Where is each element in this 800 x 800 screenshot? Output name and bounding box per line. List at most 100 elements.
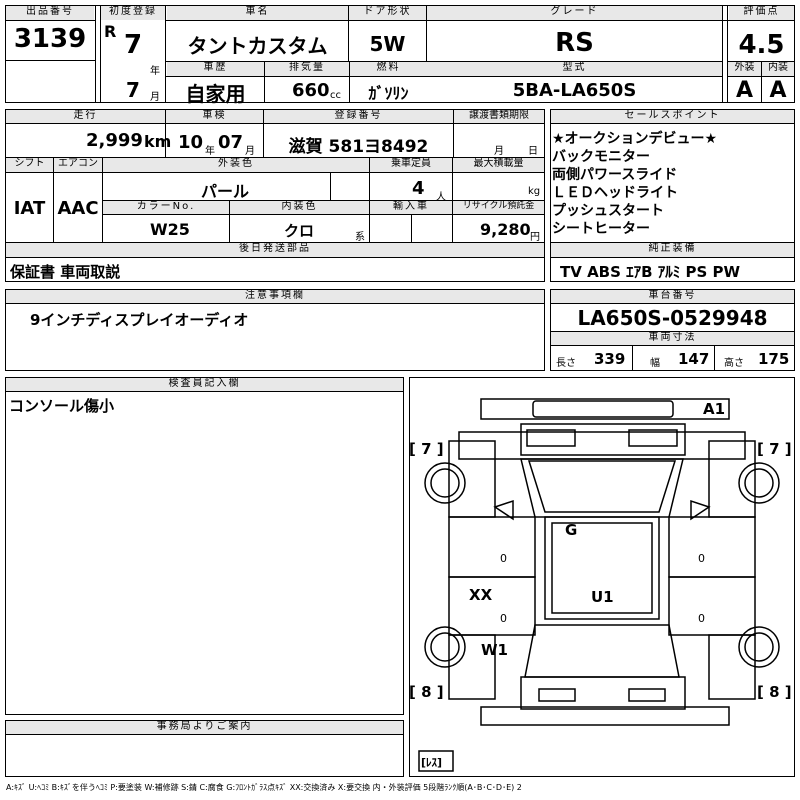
height-label: 高さ [724,358,744,369]
sales-point-item: ＬＥＤヘッドライト [552,185,678,201]
inspection-label: 車検 [166,110,263,123]
fuel-label: 燃料 [350,62,427,76]
import-label: 輸入車 [370,201,452,214]
notes: 9インチディスプレイオーディオ [30,311,249,329]
tire-zero: 0 [698,552,705,565]
length: 339 [594,350,626,368]
legend: A:ｷｽﾞ U:ﾍｺﾐ B:ｷｽﾞを伴うﾍｺﾐ P:要塗装 W:補修跡 S:錆 … [6,783,522,792]
equipment-label: 純正装備 [551,243,794,257]
sales-point-item: ★オークションデビュー★ [552,131,718,147]
office-label: 事務局よりご案内 [6,721,403,734]
lot-label: 出品番号 [6,6,94,20]
dims-label: 車両寸法 [551,332,794,345]
tire-fr: [ 7 ] [757,440,792,458]
door-label: ドア形状 [349,6,426,20]
inspector-note: コンソール傷小 [9,397,115,415]
model: 5BA-LA650S [512,80,637,101]
shift: IAT [13,198,46,219]
shift-label: シフト [6,158,53,172]
color-no: W25 [150,220,190,239]
delivery-label: 後日発送部品 [6,243,544,257]
tire-rl: [ 8 ] [409,683,444,701]
car-name: タントカスタム [187,34,328,58]
recycle: 9,280 [480,220,531,239]
insp-year: 10 [178,132,204,153]
ext-color-label: 外装色 [103,158,369,172]
displacement-label: 排気量 [265,62,349,76]
tire-zero: 0 [698,612,705,625]
insp-month: 07 [218,132,244,153]
ac-label: エアコン [54,158,102,172]
ext-grade: A [735,78,754,103]
capacity: 4 [412,178,425,199]
mileage-unit: km [144,132,172,151]
color-no-label: カラーNo. [103,201,229,214]
inspector-label: 検査員記入欄 [6,378,403,391]
fuel: ｶﾞｿﾘﾝ [368,84,409,103]
grade-label: グレード [427,6,722,20]
month-unit: 月 [150,92,160,103]
mileage-label: 走行 [6,110,165,123]
score: 4.5 [738,30,785,60]
car-name-label: 車名 [167,6,348,20]
displacement-unit: cc [330,90,341,101]
reg-label: 登録番号 [264,110,453,123]
mileage: 2,999 [86,130,143,151]
mark-w1: W1 [481,641,508,659]
sales-point-item: プッシュスタート [552,203,664,219]
sales-point-item: バックモニター [552,149,650,165]
notes-label: 注意事項欄 [6,290,544,303]
inspector-box [5,377,404,715]
mark-g: G [565,521,577,539]
reg-plate: 滋賀 581ヨ8492 [288,137,429,157]
insp-month-unit: 月 [245,146,255,157]
recycle-label: リサイクル預託金 [453,201,544,214]
int-color-label: 内装色 [230,201,369,214]
lot-number: 3139 [13,24,87,54]
door-shape: 5W [369,32,406,56]
spare-tire: [ﾚｽ] [421,756,442,769]
era: R [104,22,117,41]
history: 自家用 [185,82,246,106]
sales-point-item: 両側パワースライド [552,167,678,183]
grade: RS [555,28,594,58]
displacement: 660 [292,80,330,101]
tire-zero: 0 [500,552,507,565]
capacity-label: 乗車定員 [370,158,452,172]
car-diagram: A1 G XX U1 W1 [ 7 ] [ 7 ] [ 8 ] [ 8 ] [ﾚ… [409,398,792,772]
mark-xx: XX [469,586,493,604]
recycle-unit: 円 [530,232,540,243]
length-label: 長さ [556,358,576,369]
transfer-label: 譲渡書類期限 [454,110,544,123]
sales-points-label: セールスポイント [551,110,794,123]
mark-u1: U1 [591,588,614,606]
width: 147 [678,350,710,368]
sales-point-item: シートヒーター [552,221,650,237]
transfer-month-unit: 月 [494,146,504,157]
int-grade: A [769,78,787,103]
max-load-label: 最大積載量 [453,158,544,172]
first-reg-year: 7 [124,30,143,60]
delivery: 保証書 車両取説 [10,263,121,281]
max-load-unit: kg [528,186,541,197]
chassis-label: 車台番号 [551,290,794,303]
year-unit: 年 [150,66,160,77]
first-reg-month: 7 [126,78,140,102]
int-color: クロ [284,222,315,240]
ext-label: 外装 [728,62,761,76]
model-label: 型式 [427,62,722,76]
mark-a1: A1 [703,400,725,418]
transfer-day-unit: 日 [528,146,538,157]
width-label: 幅 [650,358,660,369]
chassis-number: LA650S-0529948 [577,306,768,330]
insp-year-unit: 年 [205,146,215,157]
tire-fl: [ 7 ] [409,440,444,458]
int-label: 内装 [762,62,794,76]
equipment: TV ABS ｴｱB ｱﾙﾐ PS PW [560,263,741,281]
int-color-unit: 系 [355,232,365,243]
score-label: 評価点 [729,6,794,20]
history-label: 車歴 [167,62,264,76]
ac: AAC [57,198,99,219]
tire-rr: [ 8 ] [757,683,792,701]
height: 175 [758,350,790,368]
